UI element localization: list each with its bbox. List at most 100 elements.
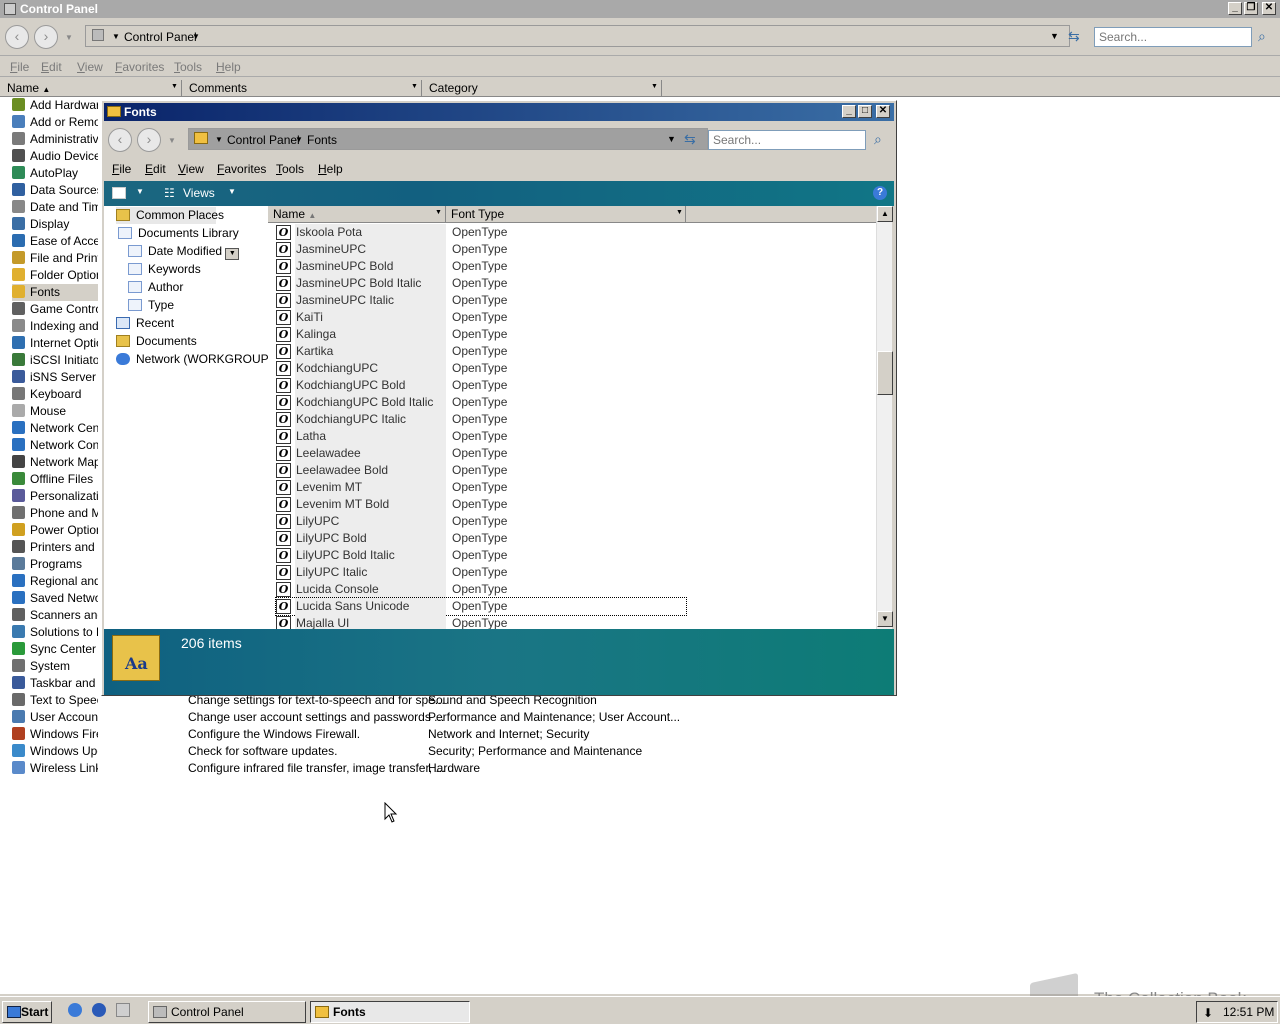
font-row[interactable]: O Lucida Sans Unicode OpenType (275, 597, 687, 616)
search-icon[interactable]: ⌕ (874, 131, 882, 148)
chevron-down-icon[interactable]: ▼ (295, 135, 303, 144)
list-item[interactable]: Programs (12, 556, 98, 573)
list-item[interactable]: Regional and Language (12, 573, 98, 590)
menu-favorites[interactable]: Favorites (217, 162, 266, 176)
forward-arrow-icon[interactable]: › (34, 25, 58, 49)
font-row[interactable]: O Kalinga OpenType (276, 326, 686, 343)
address-dropdown-icon[interactable]: ▼ (667, 134, 676, 144)
column-header-name[interactable]: Name ▲ (0, 80, 182, 97)
list-item[interactable]: Indexing and Search (12, 318, 98, 335)
font-row[interactable]: O LilyUPC Bold OpenType (276, 530, 686, 547)
menu-tools[interactable]: Tools (174, 60, 202, 74)
forward-arrow-icon[interactable]: › (137, 128, 161, 152)
font-row[interactable]: O Leelawadee Bold OpenType (276, 462, 686, 479)
help-icon[interactable]: ? (873, 186, 887, 200)
list-item[interactable]: Taskbar and Start Menu (12, 675, 98, 692)
list-item[interactable]: Ease of Access (12, 233, 98, 250)
font-row[interactable]: O JasmineUPC Bold OpenType (276, 258, 686, 275)
tree-recent[interactable]: Recent (116, 315, 174, 332)
organize-icon[interactable] (112, 187, 126, 199)
chevron-down-icon[interactable]: ▼ (651, 83, 658, 90)
list-item[interactable]: Add or Remove Programs (12, 114, 98, 131)
start-button[interactable]: Start (2, 1001, 52, 1023)
list-item[interactable]: Network Connections (12, 437, 98, 454)
tree-author[interactable]: Author (128, 279, 183, 296)
list-item[interactable]: Display (12, 216, 98, 233)
list-item[interactable]: Data Sources (12, 182, 98, 199)
list-item[interactable]: Printers and Faxes (12, 539, 98, 556)
list-item[interactable]: AutoPlay (12, 165, 98, 182)
font-row[interactable]: O LilyUPC Bold Italic OpenType (276, 547, 686, 564)
list-item[interactable]: Sync Center (12, 641, 98, 658)
list-item[interactable]: Game Controllers (12, 301, 98, 318)
vertical-scrollbar[interactable]: ▲ ▼ (876, 206, 893, 629)
list-item[interactable]: Personalization (12, 488, 98, 505)
scroll-up-arrow-icon[interactable]: ▲ (877, 206, 893, 222)
menu-file[interactable]: File (10, 60, 29, 74)
fonts-search-input[interactable]: Search... (708, 130, 866, 150)
back-arrow-icon[interactable]: ‹ (108, 128, 132, 152)
tree-date-modified[interactable]: Date Modified ▼ (128, 243, 240, 260)
tree-keywords[interactable]: Keywords (128, 261, 201, 278)
fonts-column-name[interactable]: Name ▲ (268, 206, 446, 223)
list-item[interactable]: Keyboard (12, 386, 98, 403)
views-button[interactable]: Views (183, 186, 215, 200)
font-row[interactable]: O JasmineUPC OpenType (276, 241, 686, 258)
list-item[interactable]: Windows Firewall (12, 726, 98, 743)
taskbar-control-panel[interactable]: Control Panel (148, 1001, 306, 1023)
font-row[interactable]: O KodchiangUPC OpenType (276, 360, 686, 377)
list-item[interactable]: Audio Devices (12, 148, 98, 165)
views-icon[interactable]: ☷ (164, 186, 175, 200)
font-row[interactable]: O Levenim MT OpenType (276, 479, 686, 496)
chevron-down-icon[interactable]: ▼ (171, 83, 178, 90)
font-row[interactable]: O Leelawadee OpenType (276, 445, 686, 462)
show-desktop-icon[interactable] (116, 1003, 130, 1017)
quick-launch-browser-icon[interactable] (92, 1003, 106, 1017)
tree-type[interactable]: Type (128, 297, 174, 314)
tree-documents[interactable]: Documents (116, 333, 197, 350)
list-item[interactable]: Scanners and Cameras (12, 607, 98, 624)
list-item[interactable]: Saved Networks (12, 590, 98, 607)
column-header-category[interactable]: Category (422, 80, 662, 97)
fonts-minimize-button[interactable]: _ (842, 105, 856, 118)
download-icon[interactable]: ⬇ (1203, 1003, 1213, 1023)
list-item[interactable]: Windows Update (12, 743, 98, 760)
address-dropdown-icon[interactable]: ▼ (1050, 31, 1059, 41)
fonts-column-type[interactable]: Font Type (446, 206, 686, 223)
chevron-down-icon[interactable]: ▼ (225, 248, 240, 260)
list-item[interactable]: Folder Options (12, 267, 98, 284)
font-row[interactable]: O KodchiangUPC Bold OpenType (276, 377, 686, 394)
font-row[interactable]: O Iskoola Pota OpenType (276, 224, 686, 241)
list-item[interactable]: iSNS Server (12, 369, 98, 386)
chevron-down-icon[interactable]: ▼ (228, 187, 236, 196)
fonts-maximize-button[interactable]: □ (858, 105, 872, 118)
search-icon[interactable]: ⌕ (1258, 28, 1266, 45)
scroll-down-arrow-icon[interactable]: ▼ (877, 611, 893, 627)
list-item[interactable]: Offline Files (12, 471, 98, 488)
chevron-down-icon[interactable]: ▼ (676, 209, 683, 216)
close-button[interactable]: ✕ (1262, 2, 1276, 15)
font-row[interactable]: O Lucida Console OpenType (276, 581, 686, 598)
list-item[interactable]: Mouse (12, 403, 98, 420)
list-item[interactable]: Phone and Modem (12, 505, 98, 522)
list-item[interactable]: iSCSI Initiator (12, 352, 98, 369)
tree-common-places[interactable]: Common Places (116, 207, 224, 224)
font-row[interactable]: O LilyUPC Italic OpenType (276, 564, 686, 581)
breadcrumb-control-panel[interactable]: Control Panel (227, 133, 300, 147)
scroll-thumb[interactable] (877, 351, 893, 395)
refresh-icon[interactable]: ⇆ (684, 131, 696, 148)
font-row[interactable]: O Latha OpenType (276, 428, 686, 445)
font-row[interactable]: O Levenim MT Bold OpenType (276, 496, 686, 513)
chevron-down-icon[interactable]: ▼ (435, 209, 442, 216)
list-item[interactable]: File and Printer (12, 250, 98, 267)
font-row[interactable]: O KodchiangUPC Bold Italic OpenType (276, 394, 686, 411)
fonts-close-button[interactable]: ✕ (876, 105, 890, 118)
font-row[interactable]: O Majalla UI OpenType (276, 615, 686, 629)
menu-edit[interactable]: Edit (41, 60, 62, 74)
font-row[interactable]: O KaiTi OpenType (276, 309, 686, 326)
breadcrumb-fonts[interactable]: Fonts (307, 133, 337, 147)
list-item[interactable]: User Accounts (12, 709, 98, 726)
column-header-comments[interactable]: Comments (182, 80, 422, 97)
list-item[interactable]: Network Center (12, 420, 98, 437)
minimize-button[interactable]: _ (1228, 2, 1242, 15)
